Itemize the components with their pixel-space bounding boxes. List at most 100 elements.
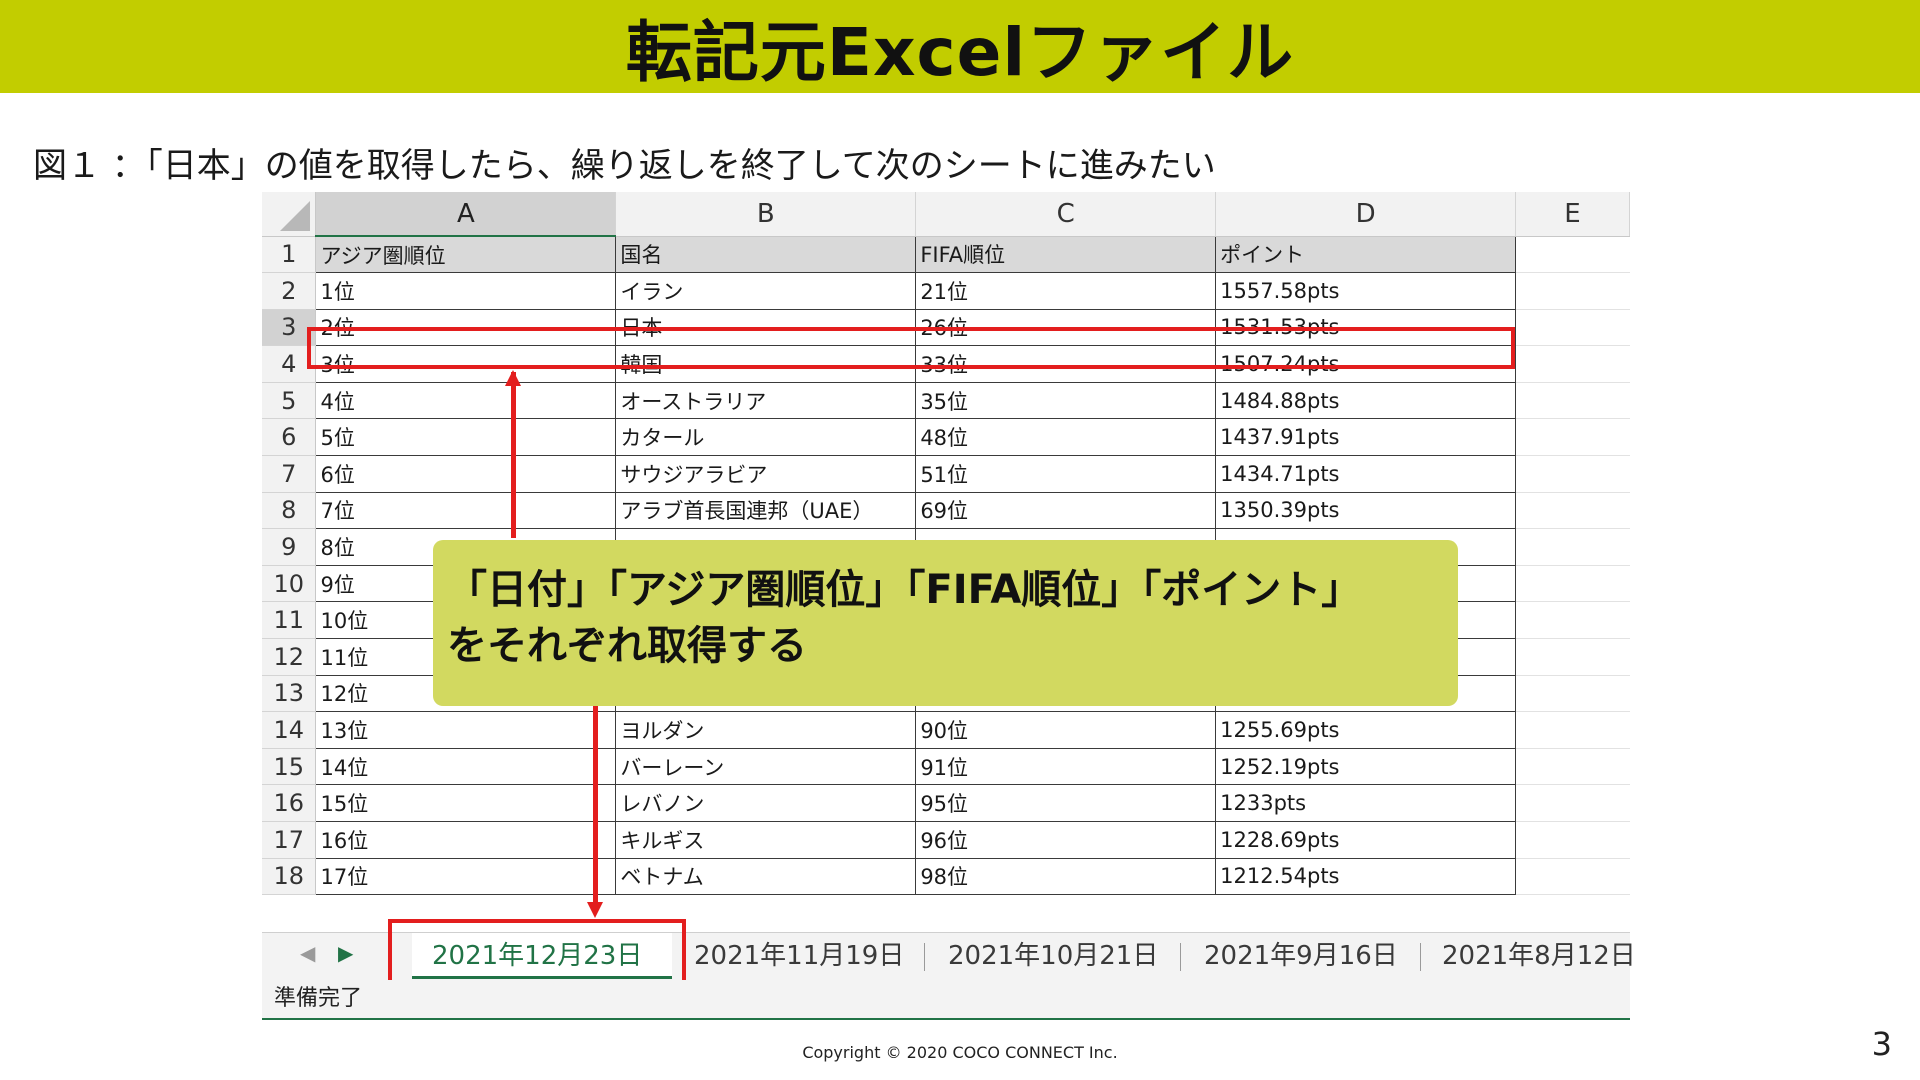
cell-c[interactable]: 90位 [915,711,1217,749]
cell-b[interactable]: ベトナム [615,857,917,896]
status-text: 準備完了 [274,986,363,1011]
cell-a[interactable]: アジア圏順位 [315,235,617,274]
sheet-tab-2021-11-19[interactable]: 2021年11月19日 [694,933,904,979]
cell-e[interactable] [1515,784,1630,822]
arrow-line-upper [511,372,516,538]
cell-d[interactable]: 1437.91pts [1215,418,1517,457]
row-header[interactable]: 13 [262,675,317,713]
cell-b[interactable]: アラブ首長国連邦（UAE） [615,491,917,530]
table-row: 14 13位 ヨルダン 90位 1255.69pts [262,711,1630,749]
table-row: 8 7位 アラブ首長国連邦（UAE） 69位 1350.39pts [262,491,1630,530]
cell-e[interactable] [1515,748,1630,786]
column-header-c[interactable]: C [915,192,1217,237]
sheet-tab-2021-10-21[interactable]: 2021年10月21日 [948,933,1158,979]
row-header[interactable]: 6 [262,418,317,457]
cell-b[interactable]: カタール [615,418,917,457]
cell-c[interactable]: 48位 [915,418,1217,457]
cell-c[interactable]: FIFA順位 [915,235,1217,274]
row-header[interactable]: 12 [262,638,317,676]
cell-a[interactable]: 6位 [315,455,617,493]
cell-b[interactable]: レバノン [615,784,917,822]
cell-e[interactable] [1515,565,1630,603]
cell-c[interactable]: 96位 [915,821,1217,859]
cell-d[interactable]: 1228.69pts [1215,821,1517,859]
cell-b[interactable]: キルギス [615,821,917,859]
row-header[interactable]: 17 [262,821,317,859]
cell-b[interactable]: ヨルダン [615,711,917,749]
cell-e[interactable] [1515,382,1630,420]
cell-a[interactable]: 16位 [315,821,617,859]
cell-a[interactable]: 15位 [315,784,617,822]
cell-c[interactable]: 98位 [915,857,1217,896]
sheet-tab-2021-9-16[interactable]: 2021年9月16日 [1204,933,1398,979]
cell-b[interactable]: バーレーン [615,747,917,786]
row-header[interactable]: 8 [262,492,317,530]
highlight-row-japan [307,327,1515,369]
cell-d[interactable]: 1484.88pts [1215,381,1517,420]
cell-c[interactable]: 91位 [915,747,1217,786]
cell-e[interactable] [1515,601,1630,640]
cell-e[interactable] [1515,418,1630,457]
cell-e[interactable] [1515,236,1630,274]
cell-e[interactable] [1515,455,1630,493]
row-header[interactable]: 7 [262,455,317,493]
tab-scroll-right-icon[interactable]: ▶ [338,941,353,965]
row-header[interactable]: 11 [262,601,317,640]
row-header[interactable]: 2 [262,272,317,310]
cell-b[interactable]: イラン [615,272,917,310]
cell-c[interactable]: 69位 [915,491,1217,530]
cell-a[interactable]: 4位 [315,381,617,420]
cell-d[interactable]: 1212.54pts [1215,857,1517,896]
row-header[interactable]: 1 [262,236,317,274]
cell-e[interactable] [1515,528,1630,566]
cell-d[interactable]: 1434.71pts [1215,455,1517,493]
cell-c[interactable]: 51位 [915,455,1217,493]
cell-a[interactable]: 14位 [315,747,617,786]
cell-d[interactable]: 1557.58pts [1215,272,1517,310]
column-header-a[interactable]: A [315,192,617,237]
table-row: 16 15位 レバノン 95位 1233pts [262,784,1630,822]
row-header[interactable]: 9 [262,528,317,566]
cell-b[interactable]: オーストラリア [615,381,917,420]
cell-d[interactable]: 1252.19pts [1215,747,1517,786]
cell-c[interactable]: 21位 [915,272,1217,310]
cell-d[interactable]: 1350.39pts [1215,491,1517,530]
column-header-b[interactable]: B [615,192,917,237]
cell-e[interactable] [1515,345,1630,383]
column-header-e[interactable]: E [1515,192,1630,237]
cell-e[interactable] [1515,711,1630,749]
cell-e[interactable] [1515,309,1630,347]
cell-d[interactable]: 1255.69pts [1215,711,1517,749]
row-header[interactable]: 5 [262,382,317,420]
cell-e[interactable] [1515,675,1630,713]
cell-e[interactable] [1515,821,1630,859]
cell-a[interactable]: 13位 [315,711,617,749]
cell-c[interactable]: 95位 [915,784,1217,822]
cell-d[interactable]: ポイント [1215,235,1517,274]
cell-a[interactable]: 17位 [315,857,617,896]
row-header[interactable]: 14 [262,711,317,749]
cell-a[interactable]: 7位 [315,491,617,530]
cell-d[interactable]: 1233pts [1215,784,1517,822]
cell-e[interactable] [1515,638,1630,676]
cell-e[interactable] [1515,858,1630,896]
row-header[interactable]: 18 [262,858,317,896]
arrow-line-lower [593,703,598,907]
column-header-d[interactable]: D [1215,192,1517,237]
table-row: 15 14位 バーレーン 91位 1252.19pts [262,747,1630,786]
row-header[interactable]: 10 [262,565,317,603]
select-all-corner[interactable] [262,192,317,237]
sheet-tab-2021-8-12[interactable]: 2021年8月12日 [1442,933,1636,979]
row-header[interactable]: 16 [262,784,317,822]
cell-a[interactable]: 1位 [315,272,617,310]
table-row: 17 16位 キルギス 96位 1228.69pts [262,821,1630,859]
table-row: 5 4位 オーストラリア 35位 1484.88pts [262,381,1630,420]
row-header[interactable]: 15 [262,748,317,786]
tab-scroll-left-icon[interactable]: ◀ [300,941,315,965]
cell-e[interactable] [1515,492,1630,530]
cell-c[interactable]: 35位 [915,381,1217,420]
cell-a[interactable]: 5位 [315,418,617,457]
cell-e[interactable] [1515,272,1630,310]
cell-b[interactable]: サウジアラビア [615,455,917,493]
cell-b[interactable]: 国名 [615,235,917,274]
